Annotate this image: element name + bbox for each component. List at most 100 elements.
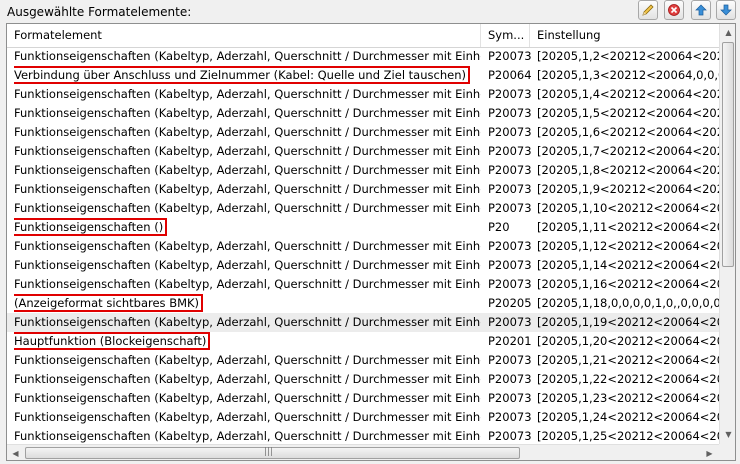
format-elements-list[interactable]: Formatelement Sym... Einstellung Funktio… [6,23,736,461]
vertical-scrollbar[interactable]: ▲ ▼ [719,24,735,444]
delete-icon [668,4,680,16]
symbol-cell: P20073 [488,410,532,424]
symbol-cell: P20073 [488,353,532,367]
formatelement-label: Funktionseigenschaften (Kabeltyp, Aderza… [14,258,481,272]
einstellung-cell: [20205,1,20<20212<20064<20201,0, [537,334,719,348]
formatelement-label: Funktionseigenschaften (Kabeltyp, Aderza… [14,201,481,215]
formatelement-cell: Funktionseigenschaften (Kabeltyp, Aderza… [14,389,481,408]
table-row[interactable]: Funktionseigenschaften (Kabeltyp, Aderza… [7,142,719,161]
formatelement-cell: Funktionseigenschaften (Kabeltyp, Aderza… [14,275,481,294]
scroll-down-icon[interactable]: ▼ [721,427,735,442]
delete-button[interactable] [664,0,684,20]
einstellung-cell: [20205,1,9<20212<20064<20201<20 [537,182,719,196]
symbol-cell: P20073 [488,391,532,405]
table-row[interactable]: Funktionseigenschaften (Kabeltyp, Aderza… [7,237,719,256]
highlighted-formatelement-label: (Anzeigeformat sichtbares BMK) [14,294,204,312]
arrow-up-icon [695,4,707,16]
formatelement-cell: Funktionseigenschaften (Kabeltyp, Aderza… [14,104,481,123]
einstellung-cell: [20205,1,11<20212<20064<20201<2 [537,220,719,234]
symbol-cell: P20073 [488,258,532,272]
move-up-button[interactable] [691,0,711,20]
einstellung-cell: [20205,1,16<20212<20064<20201<2 [537,277,719,291]
symbol-cell: P20073 [488,277,532,291]
formatelement-cell: Funktionseigenschaften (Kabeltyp, Aderza… [14,85,481,104]
table-row[interactable]: Funktionseigenschaften (Kabeltyp, Aderza… [7,161,719,180]
symbol-cell: P20064 [488,68,532,82]
edit-button[interactable] [638,0,658,20]
table-body: Funktionseigenschaften (Kabeltyp, Aderza… [7,47,719,446]
formatelement-label: Funktionseigenschaften (Kabeltyp, Aderza… [14,429,481,443]
einstellung-cell: [20205,1,14<20212<20064<20201<2 [537,258,719,272]
table-row[interactable]: Funktionseigenschaften (Kabeltyp, Aderza… [7,370,719,389]
scroll-right-icon[interactable]: ▶ [702,446,717,460]
table-header: Formatelement Sym... Einstellung [7,24,719,48]
symbol-cell: P20 [488,220,510,234]
symbol-cell: P20073 [488,125,532,139]
formatelement-label: Funktionseigenschaften (Kabeltyp, Aderza… [14,315,481,329]
einstellung-cell: [20205,1,22<20212<20064<20201<2 [537,372,719,386]
einstellung-cell: [20205,1,8<20212<20064<20201<20 [537,163,719,177]
horizontal-scroll-thumb[interactable]: ||| [25,447,520,459]
table-row[interactable]: Funktionseigenschaften (Kabeltyp, Aderza… [7,180,719,199]
table-row[interactable]: Funktionseigenschaften (Kabeltyp, Aderza… [7,389,719,408]
column-header-symbol[interactable]: Sym... [481,24,530,47]
symbol-cell: P20073 [488,182,532,196]
symbol-cell: P20205 [488,296,532,310]
formatelement-cell: Funktionseigenschaften (Kabeltyp, Aderza… [14,123,481,142]
table-row[interactable]: Funktionseigenschaften (Kabeltyp, Aderza… [7,104,719,123]
table-row[interactable]: Funktionseigenschaften (Kabeltyp, Aderza… [7,351,719,370]
formatelement-cell: Funktionseigenschaften (Kabeltyp, Aderza… [14,199,481,218]
table-row[interactable]: Funktionseigenschaften (Kabeltyp, Aderza… [7,199,719,218]
grip-icon: ||| [264,447,274,457]
scroll-left-icon[interactable]: ◀ [8,446,23,460]
table-row[interactable]: Verbindung über Anschluss und Zielnummer… [7,66,719,85]
table-row[interactable]: Funktionseigenschaften (Kabeltyp, Aderza… [7,256,719,275]
table-row[interactable]: Hauptfunktion (Blockeigenschaft) P20201 [2… [7,332,719,351]
formatelement-cell: Funktionseigenschaften (Kabeltyp, Aderza… [14,47,481,66]
einstellung-cell: [20205,1,4<20212<20064<20201<20 [537,87,719,101]
formatelement-label: Funktionseigenschaften (Kabeltyp, Aderza… [14,49,481,63]
panel-title: Ausgewählte Formatelemente: [7,5,192,19]
formatelement-label: Funktionseigenschaften (Kabeltyp, Aderza… [14,144,481,158]
symbol-cell: P20073 [488,201,532,215]
table-row[interactable]: Funktionseigenschaften (Kabeltyp, Aderza… [7,275,719,294]
einstellung-cell: [20205,1,18,0,0,0,0,1,0,,0,0,0,0,0] [537,296,719,310]
table-row[interactable]: (Anzeigeformat sichtbares BMK) P20205 [202… [7,294,719,313]
formatelement-cell: Funktionseigenschaften (Kabeltyp, Aderza… [14,370,481,389]
table-row[interactable]: Funktionseigenschaften (Kabeltyp, Aderza… [7,85,719,104]
horizontal-scrollbar[interactable]: ◀ ||| ▶ [7,444,719,460]
column-header-formatelement[interactable]: Formatelement [7,24,481,47]
move-down-button[interactable] [716,0,736,20]
formatelement-cell: Funktionseigenschaften (Kabeltyp, Aderza… [14,180,481,199]
scroll-up-icon[interactable]: ▲ [721,25,735,40]
einstellung-cell: [20205,1,3<20212<20064,0,0,0,0,1,0, [537,68,719,82]
formatelement-label: Funktionseigenschaften (Kabeltyp, Aderza… [14,106,481,120]
einstellung-cell: [20205,1,5<20212<20064<20201<20 [537,106,719,120]
formatelement-cell: Funktionseigenschaften (Kabeltyp, Aderza… [14,408,481,427]
table-row[interactable]: Funktionseigenschaften (Kabeltyp, Aderza… [7,47,719,66]
formatelement-label: Funktionseigenschaften (Kabeltyp, Aderza… [14,182,481,196]
symbol-cell: P20073 [488,49,532,63]
einstellung-cell: [20205,1,24<20212<20064<20201<2 [537,410,719,424]
table-row[interactable]: Funktionseigenschaften (Kabeltyp, Aderza… [7,313,719,332]
table-row[interactable]: Funktionseigenschaften () P20 [20205,1,11<… [7,218,719,237]
formatelement-label: Funktionseigenschaften (Kabeltyp, Aderza… [14,125,481,139]
highlighted-formatelement-label: Funktionseigenschaften () [14,218,168,236]
formatelement-label: Funktionseigenschaften (Kabeltyp, Aderza… [14,87,481,101]
arrow-down-icon [720,4,732,16]
scroll-corner [719,444,735,460]
formatelement-cell: Funktionseigenschaften (Kabeltyp, Aderza… [14,256,481,275]
formatelement-label: Funktionseigenschaften (Kabeltyp, Aderza… [14,163,481,177]
einstellung-cell: [20205,1,10<20212<20064<20201<2 [537,201,719,215]
formatelement-label: Funktionseigenschaften (Kabeltyp, Aderza… [14,372,481,386]
symbol-cell: P20201 [488,334,532,348]
table-row[interactable]: Funktionseigenschaften (Kabeltyp, Aderza… [7,408,719,427]
symbol-cell: P20073 [488,144,532,158]
symbol-cell: P20073 [488,372,532,386]
formatelement-cell: Verbindung über Anschluss und Zielnummer… [14,66,481,85]
table-row[interactable]: Funktionseigenschaften (Kabeltyp, Aderza… [7,123,719,142]
vertical-scroll-thumb[interactable] [722,42,734,267]
formatelement-cell: Hauptfunktion (Blockeigenschaft) [14,332,481,351]
column-header-einstellung[interactable]: Einstellung [530,24,719,47]
einstellung-cell: [20205,1,12<20212<20064<20201<2 [537,239,719,253]
